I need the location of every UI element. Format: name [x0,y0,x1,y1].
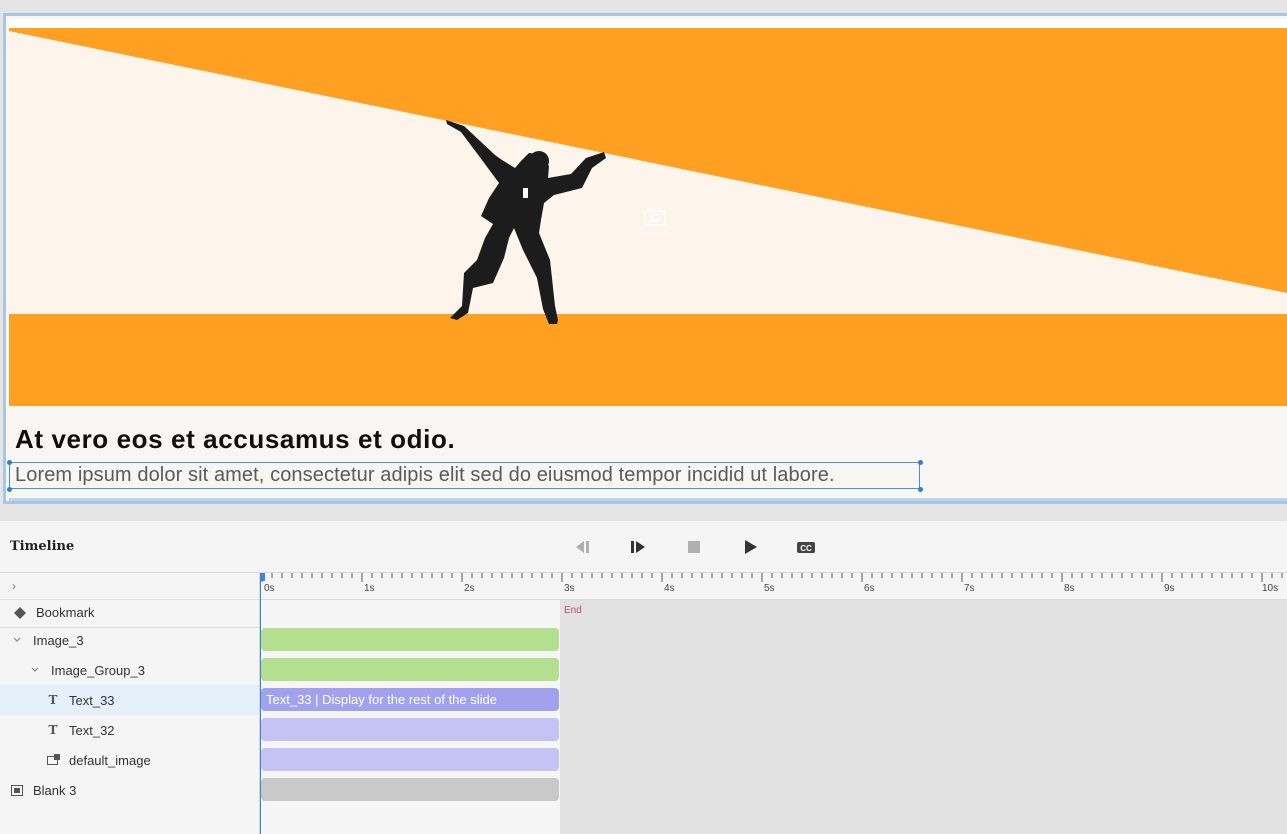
ruler-label-3s: 3s [564,583,575,594]
ruler-label-6s: 6s [864,583,875,594]
resize-handle-top-right[interactable] [918,460,923,465]
play-from-here-icon [631,541,645,553]
end-marker[interactable]: End [564,605,582,616]
resize-handle-top-left[interactable] [7,460,12,465]
layer-label: Bookmark [36,605,95,620]
ruler-label-7s: 7s [964,583,975,594]
slide-top-strip [9,19,1287,28]
play-icon [745,540,757,554]
chevron-down-icon[interactable] [28,663,42,677]
step-back-button[interactable] [571,537,593,557]
play-button[interactable] [739,537,761,557]
layer-row-text-32[interactable]: T Text_32 [0,715,259,745]
slide-bottom-edge [9,498,1287,501]
layer-label: default_image [69,752,151,768]
layer-row-image-group-3[interactable]: Image_Group_3 [0,655,259,685]
layer-row-blank-3[interactable]: Blank 3 [0,775,259,805]
ruler-label-1s: 1s [364,583,375,594]
slide-icon [10,783,24,797]
timeline-header: Timeline CC [0,521,1287,573]
timeline-layer-list: › Bookmark Image_3 Image_Group_3 T Text_… [0,573,260,834]
ruler-label-5s: 5s [764,583,775,594]
layer-row-image-3[interactable]: Image_3 [0,625,259,655]
timeline-bar-text-33[interactable]: Text_33 | Display for the rest of the sl… [261,688,559,711]
layer-label: Image_3 [33,632,84,648]
timeline-bar-default-image[interactable] [261,748,559,771]
closed-captions-icon: CC [797,542,815,553]
ruler-label-0s: 0s [264,583,275,594]
timeline-ruler[interactable]: 0s 1s 2s 3s 4s 5s 6s 7s 8s 9s 10s [260,573,1287,600]
layer-label: Text_32 [69,722,115,738]
resize-handle-bottom-right[interactable] [918,487,923,492]
layer-label: Image_Group_3 [51,662,145,678]
timeline-tracks[interactable]: 0s 1s 2s 3s 4s 5s 6s 7s 8s 9s 10s End Te… [260,573,1287,834]
text-icon: T [48,723,58,737]
slide-heading[interactable]: At vero eos et accusamus et odio. [15,424,455,455]
stop-button[interactable] [683,537,705,557]
layer-row-text-33[interactable]: T Text_33 [0,685,259,715]
timeline-bar-image-group-3[interactable] [261,658,559,681]
diamond-icon [13,606,27,620]
ruler-label-10s: 10s [1262,583,1279,594]
layer-row-bookmark[interactable]: Bookmark [0,598,259,628]
ruler-label-9s: 9s [1164,583,1175,594]
layer-label: Blank 3 [33,782,77,798]
timeline-title: Timeline [10,539,75,554]
step-back-icon [576,541,589,553]
stop-icon [688,541,700,553]
image-icon [46,753,60,767]
text-icon: T [48,693,58,707]
slide-body-text[interactable]: Lorem ipsum dolor sit amet, consectetur … [15,464,835,487]
play-from-here-button[interactable] [627,537,649,557]
layer-list-header: › [0,573,260,600]
slide-stage: At vero eos et accusamus et odio. Lorem … [0,0,1287,520]
ruler-label-8s: 8s [1064,583,1075,594]
layer-label: Text_33 [69,692,115,708]
ruler-ticks [261,573,1283,582]
timeline-bar-image-3[interactable] [261,628,559,651]
svg-text:CC: CC [800,544,812,553]
chevron-down-icon[interactable] [10,633,24,647]
chevron-right-icon[interactable]: › [12,579,16,593]
closed-captions-button[interactable]: CC [795,537,817,557]
timeline-bar-text-32[interactable] [261,718,559,741]
playhead[interactable] [260,573,261,834]
playhead-handle[interactable] [260,573,265,581]
layer-row-default-image[interactable]: default_image [0,745,259,775]
ruler-label-2s: 2s [464,583,475,594]
ruler-label-4s: 4s [664,583,675,594]
timeline-bar-blank-3[interactable] [261,778,559,801]
resize-handle-bottom-left[interactable] [7,487,12,492]
media-placeholder-icon[interactable] [644,208,666,226]
